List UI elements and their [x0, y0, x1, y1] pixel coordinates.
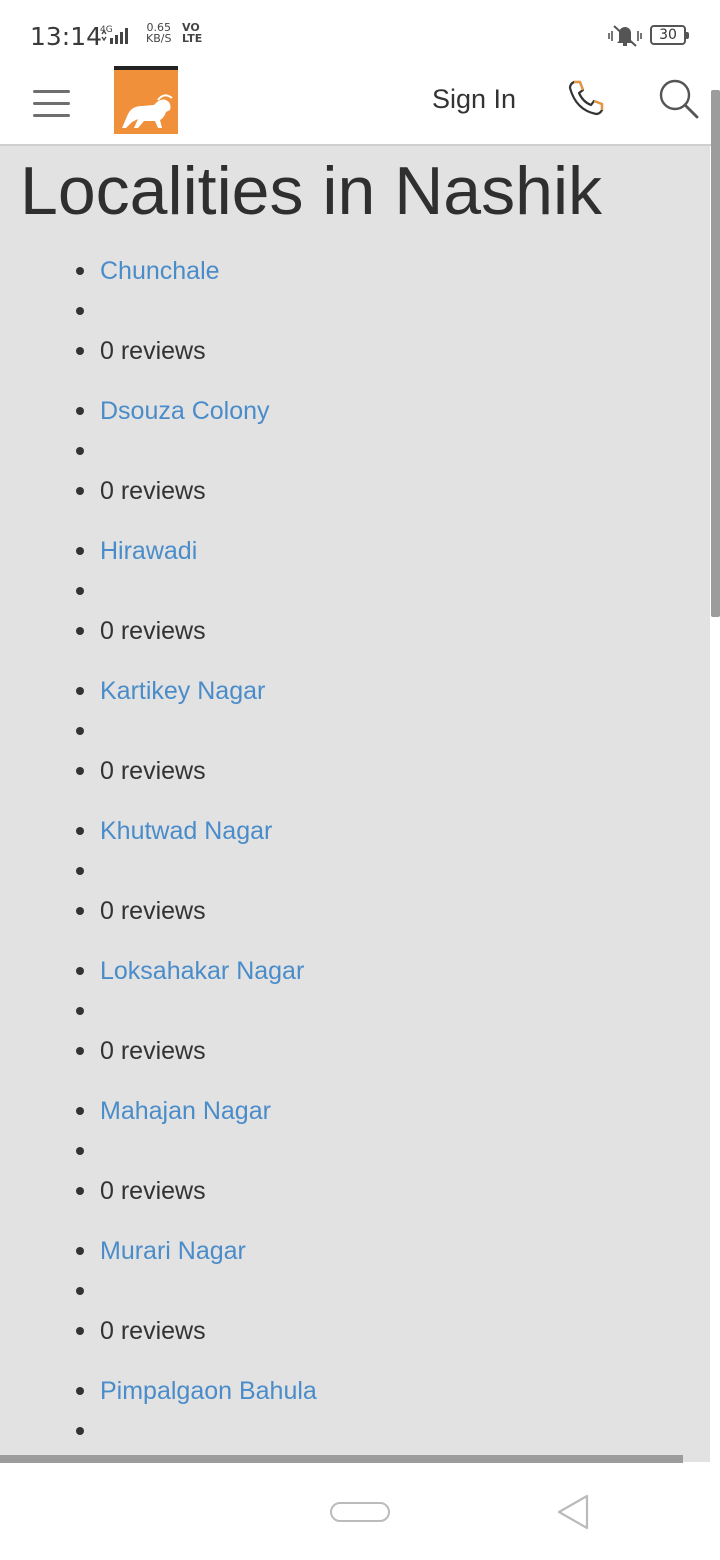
battery-level: 30: [659, 27, 677, 43]
site-header: Sign In: [0, 66, 720, 146]
status-bar: 13:14 4G 0.65 KB/S VO LTE 30: [0, 0, 720, 66]
locality-reviews: 0 reviews: [0, 1306, 700, 1346]
horizontal-scrollbar[interactable]: [0, 1455, 683, 1463]
speed-unit: KB/S: [146, 32, 172, 45]
locality-link[interactable]: Khutwad Nagar: [100, 817, 272, 845]
locality-item: Hirawadi: [0, 526, 700, 566]
locality-item: Mahajan Nagar: [0, 1086, 700, 1126]
locality-link[interactable]: Chunchale: [100, 257, 220, 285]
vibrate-mute-icon: [608, 22, 642, 55]
locality-link[interactable]: Pimpalgaon Bahula: [100, 1377, 317, 1405]
locality-reviews: 0 reviews: [0, 466, 700, 506]
locality-reviews: 0 reviews: [0, 326, 700, 366]
locality-reviews: 0 reviews: [0, 606, 700, 646]
locality-reviews: 0 reviews: [0, 886, 700, 926]
lion-logo[interactable]: [114, 66, 178, 134]
back-triangle-icon[interactable]: [556, 1494, 590, 1535]
locality-item: Khutwad Nagar: [0, 806, 700, 846]
lion-icon: [122, 94, 173, 128]
locality-item: Dsouza Colony: [0, 386, 700, 426]
locality-reviews: 0 reviews: [0, 1026, 700, 1066]
locality-empty-item: [0, 566, 700, 606]
page-title: Localities in Nashik: [20, 153, 603, 229]
locality-item: Chunchale: [0, 246, 700, 286]
locality-empty-item: [0, 1126, 700, 1166]
locality-item: Pimpalgaon Bahula: [0, 1366, 700, 1406]
system-nav-bar: [0, 1464, 720, 1560]
home-pill-icon[interactable]: [330, 1502, 390, 1522]
vertical-scrollbar[interactable]: [711, 90, 720, 617]
locality-link[interactable]: Kartikey Nagar: [100, 677, 265, 705]
locality-link[interactable]: Hirawadi: [100, 537, 197, 565]
locality-list: Chunchale 0 reviews Dsouza Colony 0 reviews…: [0, 246, 700, 1462]
locality-item: Loksahakar Nagar: [0, 946, 700, 986]
locality-empty-item: [0, 846, 700, 886]
sign-in-link[interactable]: Sign In: [432, 84, 516, 115]
locality-item: Murari Nagar: [0, 1226, 700, 1266]
locality-link[interactable]: Loksahakar Nagar: [100, 957, 304, 985]
signal-icon: 4G: [100, 24, 142, 53]
locality-link[interactable]: Dsouza Colony: [100, 397, 270, 425]
locality-empty-item: [0, 1406, 700, 1446]
status-time: 13:14: [30, 22, 103, 51]
locality-empty-item: [0, 1266, 700, 1306]
locality-link[interactable]: Mahajan Nagar: [100, 1097, 271, 1125]
locality-link[interactable]: Murari Nagar: [100, 1237, 246, 1265]
battery-icon: 30: [650, 25, 689, 45]
locality-reviews: 0 reviews: [0, 1166, 700, 1206]
page-content: Localities in Nashik Chunchale 0 reviews D…: [0, 146, 710, 1462]
locality-item: Kartikey Nagar: [0, 666, 700, 706]
volte-indicator: VO LTE: [182, 22, 202, 44]
network-speed: 0.65 KB/S: [146, 22, 171, 44]
phone-icon[interactable]: [566, 78, 606, 123]
locality-empty-item: [0, 986, 700, 1026]
locality-empty-item: [0, 706, 700, 746]
search-icon[interactable]: [658, 78, 700, 125]
hamburger-menu-icon[interactable]: [33, 90, 70, 118]
locality-empty-item: [0, 426, 700, 466]
locality-empty-item: [0, 286, 700, 326]
volte-bottom: LTE: [182, 32, 203, 45]
locality-reviews: 0 reviews: [0, 746, 700, 786]
